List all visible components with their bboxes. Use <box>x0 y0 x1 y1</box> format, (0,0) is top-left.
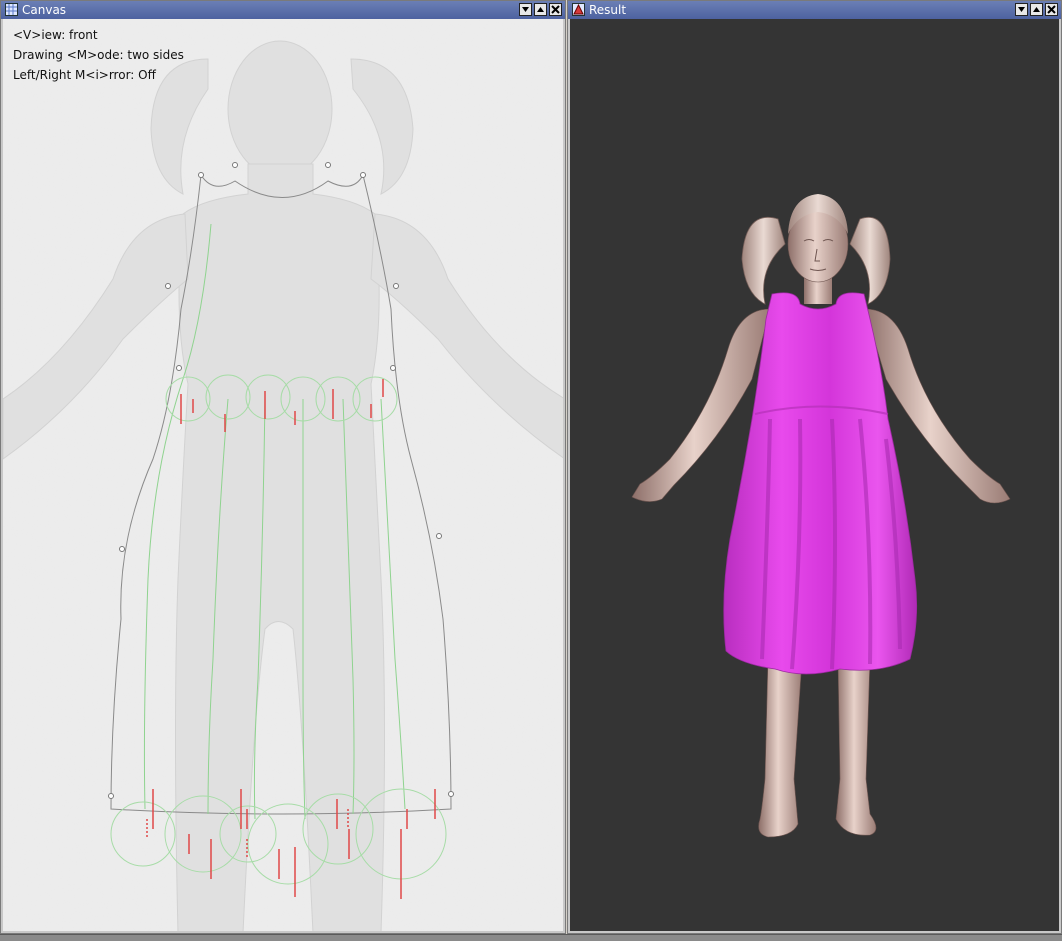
maximize-button[interactable] <box>534 3 547 16</box>
result-window-title: Result <box>589 3 627 17</box>
minimize-button[interactable] <box>519 3 532 16</box>
canvas-sketch-svg[interactable] <box>3 19 563 931</box>
triangle-up-icon <box>537 7 544 12</box>
result-titlebar[interactable]: Result <box>568 1 1061 19</box>
rendered-model-svg[interactable] <box>570 19 1059 931</box>
x-icon <box>551 5 560 14</box>
maximize-button[interactable] <box>1030 3 1043 16</box>
view-mode-label: <V>iew: front <box>13 28 98 42</box>
canvas-titlebar[interactable]: Canvas <box>1 1 565 19</box>
close-button[interactable] <box>549 3 562 16</box>
result-window: Result <box>567 0 1062 934</box>
grid-window-icon <box>5 3 18 16</box>
canvas-window: Canvas <V>iew: front Drawing <M>ode: two… <box>0 0 566 934</box>
render-window-icon <box>572 3 585 16</box>
canvas-window-title: Canvas <box>22 3 67 17</box>
mirror-mode-label: Left/Right M<i>rror: Off <box>13 68 156 82</box>
canvas-drawing-area[interactable]: <V>iew: front Drawing <M>ode: two sides … <box>3 19 563 931</box>
drawing-mode-label: Drawing <M>ode: two sides <box>13 48 184 62</box>
x-icon <box>1047 5 1056 14</box>
minimize-button[interactable] <box>1015 3 1028 16</box>
triangle-up-icon <box>1033 7 1040 12</box>
triangle-down-icon <box>1018 7 1025 12</box>
close-button[interactable] <box>1045 3 1058 16</box>
triangle-down-icon <box>522 7 529 12</box>
result-3d-viewport[interactable] <box>570 19 1059 931</box>
